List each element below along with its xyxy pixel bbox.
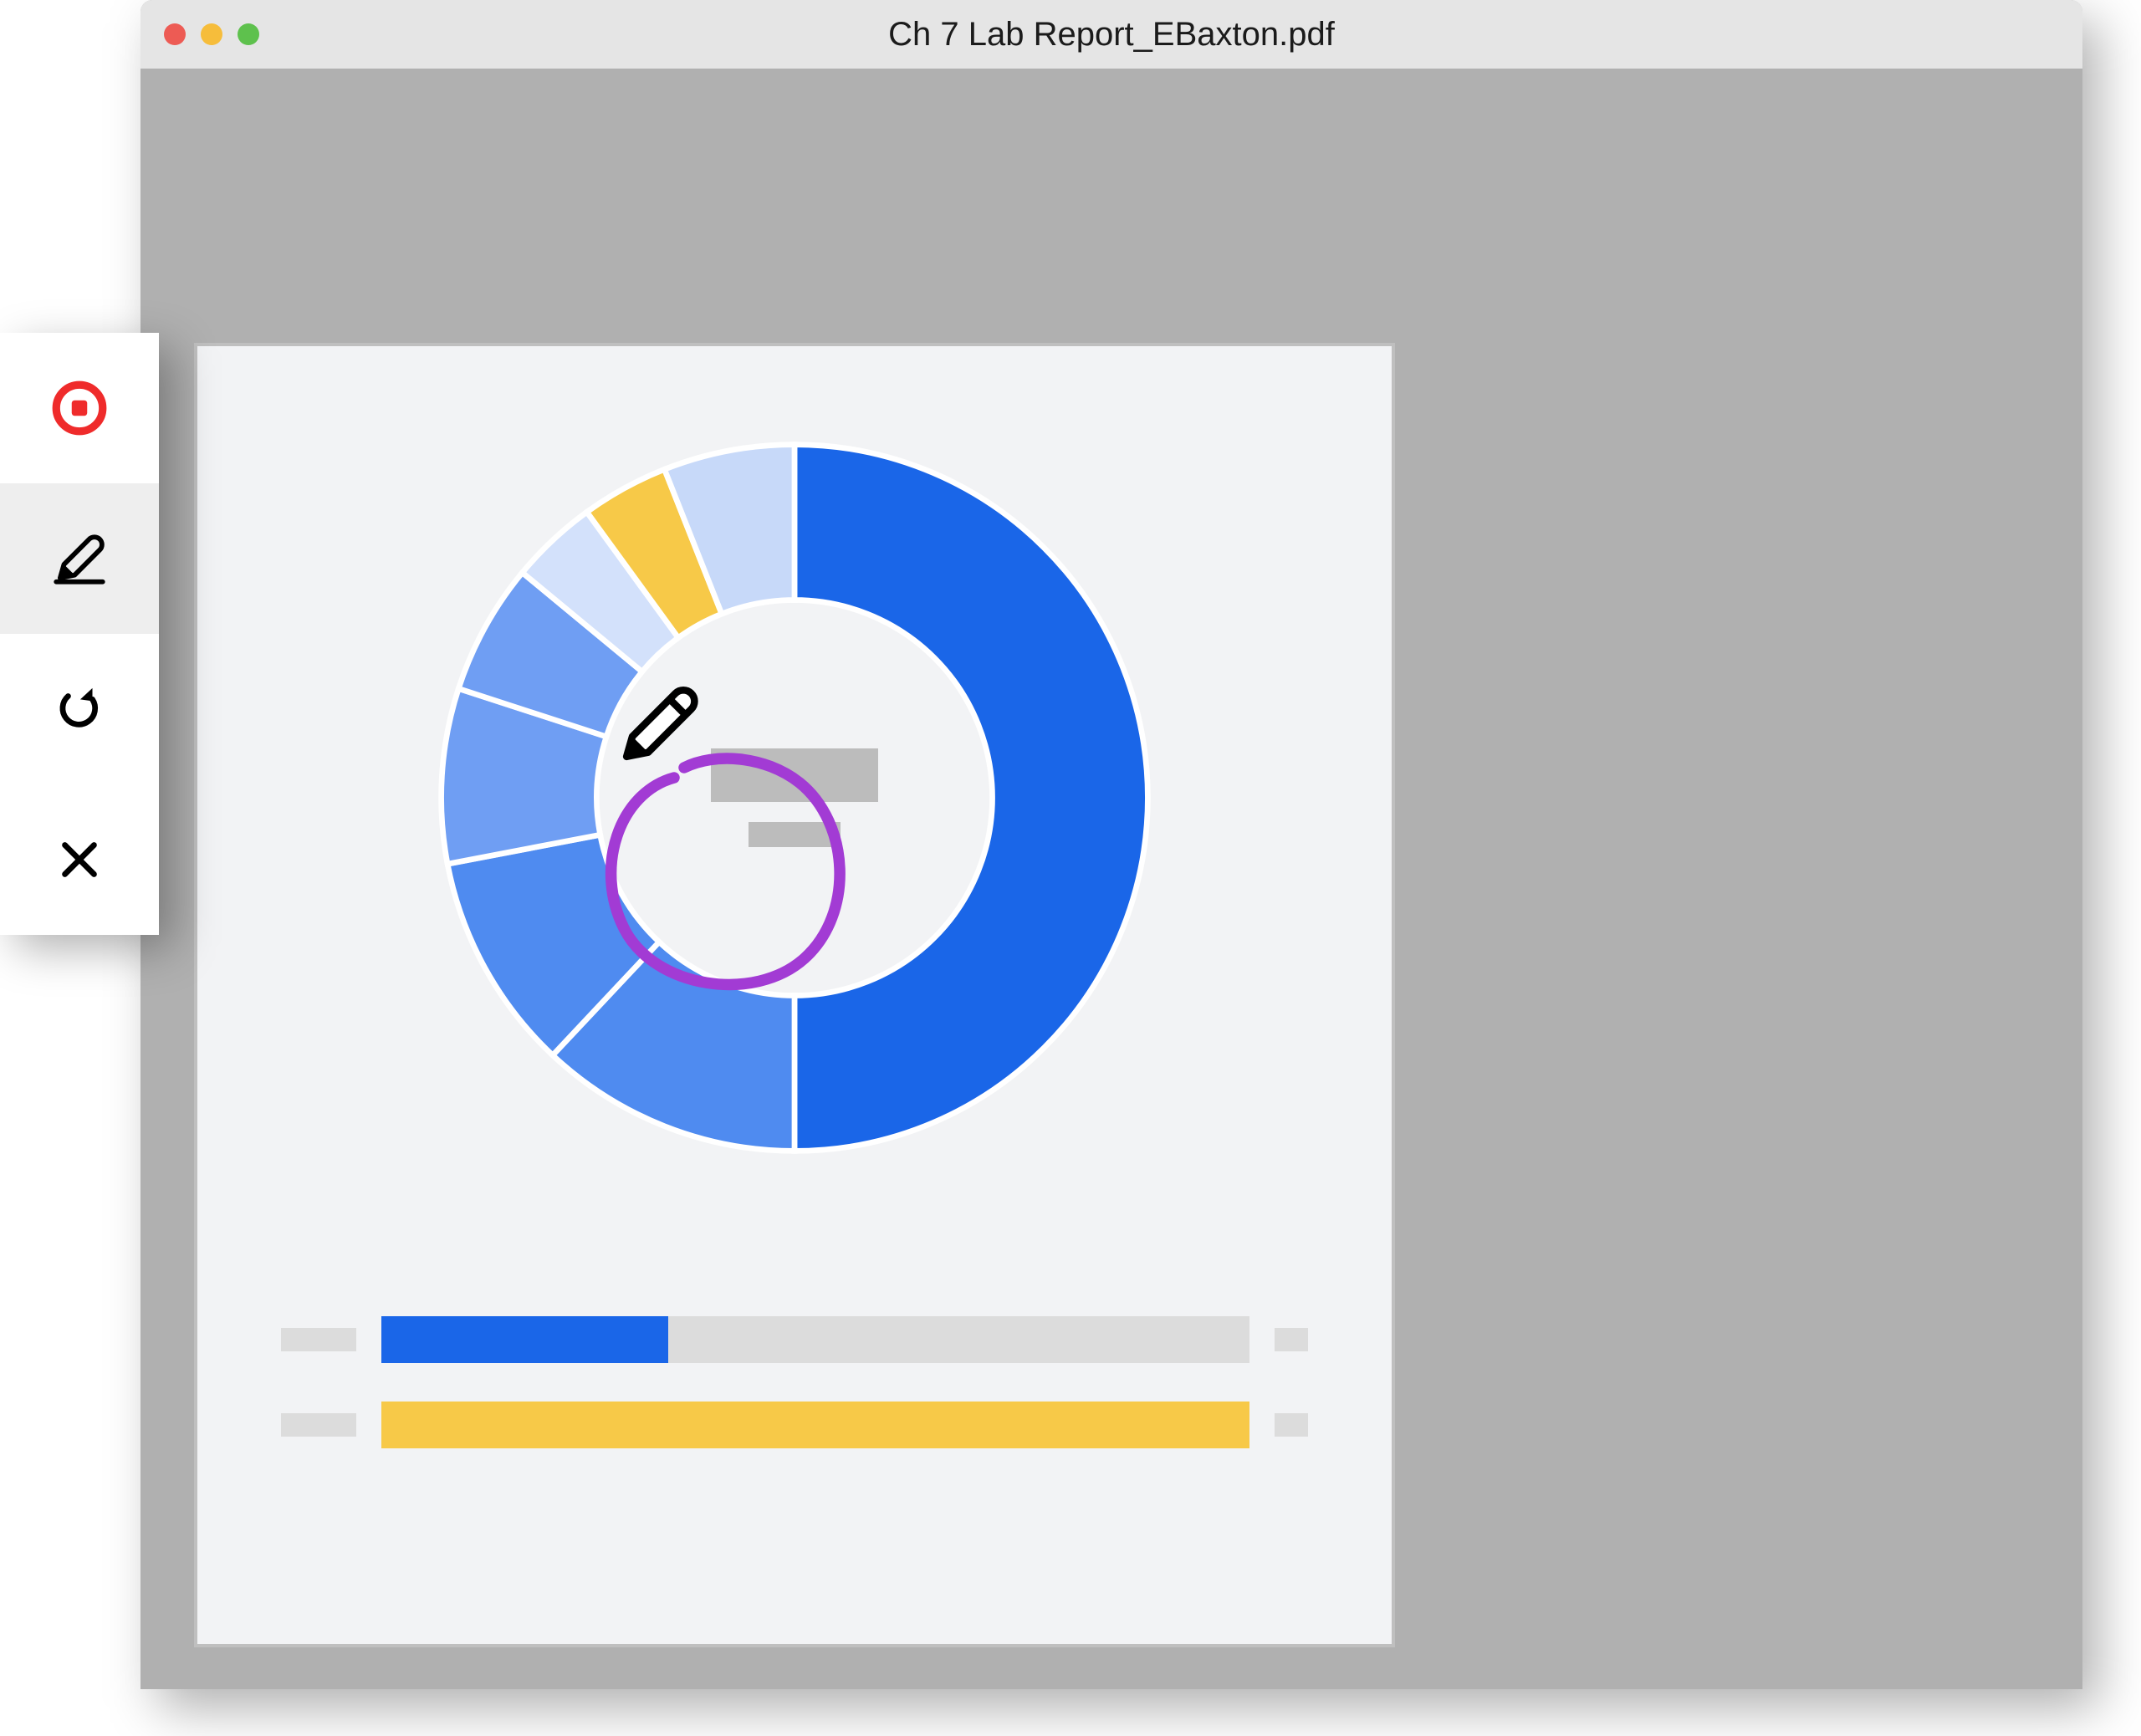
annotation-toolbar	[0, 333, 159, 935]
legend-row	[281, 1316, 1308, 1363]
legend-row	[281, 1402, 1308, 1448]
document-heading-placeholder	[194, 164, 2029, 264]
document-text-placeholder	[1445, 393, 2006, 1371]
pencil-cursor-icon	[612, 679, 704, 771]
record-icon	[49, 377, 110, 439]
traffic-lights	[164, 23, 259, 45]
redo-icon	[54, 683, 105, 735]
zoom-window-button[interactable]	[238, 23, 259, 45]
close-window-button[interactable]	[164, 23, 186, 45]
pdf-viewer-window: Ch 7 Lab Report_EBaxton.pdf	[141, 0, 2082, 1689]
window-title: Ch 7 Lab Report_EBaxton.pdf	[141, 16, 2082, 54]
close-toolbar-button[interactable]	[0, 784, 159, 935]
document-page	[194, 343, 1395, 1647]
close-icon	[54, 834, 105, 886]
minimize-window-button[interactable]	[201, 23, 222, 45]
legend-bar-1	[381, 1316, 1249, 1363]
titlebar: Ch 7 Lab Report_EBaxton.pdf	[141, 0, 2082, 69]
pencil-icon	[49, 528, 110, 590]
annotation-circle[interactable]	[599, 748, 850, 998]
record-button[interactable]	[0, 333, 159, 483]
draw-button[interactable]	[0, 483, 159, 634]
chart-legend	[281, 1316, 1308, 1448]
legend-bar-2	[381, 1402, 1249, 1448]
redo-button[interactable]	[0, 634, 159, 784]
